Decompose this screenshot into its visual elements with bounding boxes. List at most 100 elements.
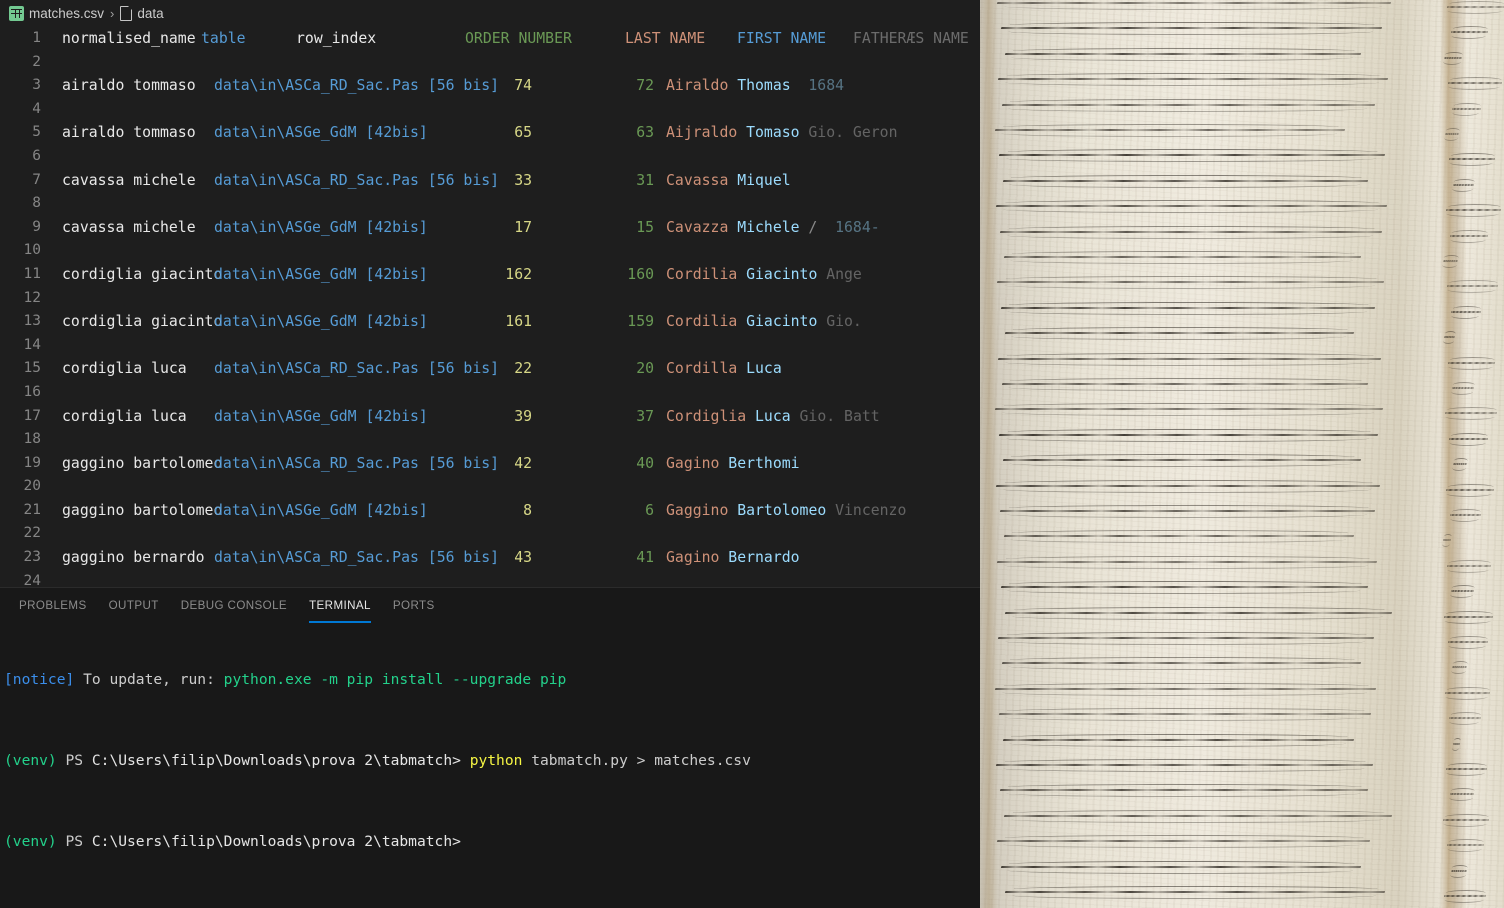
header-last-name: LAST NAME	[625, 30, 706, 47]
code-line-blank[interactable]: 22	[0, 522, 980, 546]
code-line-blank[interactable]: 2	[0, 51, 980, 75]
code-editor[interactable]: 1 normalised_name table row_index ORDER NUMB…	[0, 27, 980, 587]
tab-terminal[interactable]: TERMINAL	[298, 588, 382, 623]
cell-last-name: Gaggino	[666, 501, 729, 519]
cell-last-name: Gagino	[666, 549, 720, 567]
cell-last-name: Cordilla	[666, 360, 738, 378]
cell-normalised-name: gaggino bartolomeo	[62, 501, 223, 519]
code-line-blank[interactable]: 14	[0, 334, 980, 358]
cell-table: data\in\ASCa_RD_Sac.Pas [56 bis]	[214, 77, 500, 95]
cell-row-index: 20	[636, 360, 655, 378]
line-number: 14	[23, 336, 41, 353]
cell-fathers-name: Gio. Batt	[799, 407, 880, 425]
line-number: 2	[32, 53, 41, 70]
cell-fathers-name: /	[808, 218, 818, 236]
venv-label: (venv)	[4, 752, 57, 770]
code-line-blank[interactable]: 8	[0, 192, 980, 216]
code-line[interactable]: 5 airaldo tommaso data\in\ASGe_GdM [42bis]…	[0, 121, 980, 145]
code-line-blank[interactable]: 18	[0, 428, 980, 452]
code-line[interactable]: 17 cordiglia luca data\in\ASGe_GdM [42bis]…	[0, 405, 980, 429]
tab-debug-console[interactable]: DEBUG CONSOLE	[170, 588, 298, 623]
tab-terminal-label: TERMINAL	[309, 599, 371, 612]
breadcrumb-item-symbol[interactable]: data	[120, 5, 164, 21]
breadcrumb-file-label: matches.csv	[29, 6, 105, 21]
code-line-blank[interactable]: 4	[0, 98, 980, 122]
cell-first-name: Bartolomeo	[737, 501, 827, 519]
cell-first-name: Berthomi	[728, 454, 800, 472]
cell-order-number: 22	[514, 360, 533, 378]
tab-ports[interactable]: PORTS	[382, 588, 446, 623]
code-line-blank[interactable]: 6	[0, 145, 980, 169]
line-number: 1	[32, 30, 41, 46]
cell-last-name: Gagino	[666, 454, 720, 472]
tab-output[interactable]: OUTPUT	[98, 588, 170, 623]
terminal-output[interactable]: [notice] To update, run: python.exe -m p…	[0, 623, 980, 908]
cell-normalised-name: airaldo tommaso	[62, 124, 196, 142]
cell-extra-value: 1684-	[835, 218, 880, 236]
cell-row-index: 160	[627, 265, 655, 283]
cell-order-number: 162	[505, 265, 533, 283]
cell-first-name: Giacinto	[746, 265, 818, 283]
line-number: 20	[23, 478, 41, 495]
cell-normalised-name: cavassa michele	[62, 218, 196, 236]
line-number: 16	[23, 383, 41, 400]
line-number: 24	[23, 572, 41, 587]
cell-first-name: Bernardo	[728, 549, 800, 567]
tab-problems[interactable]: PROBLEMS	[8, 588, 98, 623]
code-line[interactable]: 13 cordiglia giacinto data\in\ASGe_GdM [42…	[0, 310, 980, 334]
terminal-line-notice: [notice] To update, run: python.exe -m p…	[4, 670, 980, 690]
cell-row-index: 6	[645, 501, 655, 519]
file-icon	[120, 5, 133, 21]
code-line-blank[interactable]: 24	[0, 570, 980, 587]
code-line-blank[interactable]: 16	[0, 381, 980, 405]
cell-row-index: 37	[636, 407, 655, 425]
breadcrumb-item-file[interactable]: matches.csv	[9, 6, 104, 21]
line-number: 5	[32, 124, 41, 141]
code-line[interactable]: 11 cordiglia giacinto data\in\ASGe_GdM [42…	[0, 263, 980, 287]
cell-fathers-name: Gio.	[826, 313, 862, 331]
cell-table: data\in\ASGe_GdM [42bis]	[214, 407, 428, 425]
code-line-blank[interactable]: 10	[0, 239, 980, 263]
cell-order-number: 17	[514, 218, 533, 236]
panel-tab-bar: PROBLEMS OUTPUT DEBUG CONSOLE TERMINAL P…	[0, 588, 980, 623]
header-order-number: ORDER NUMBER	[465, 30, 572, 47]
cell-table: data\in\ASGe_GdM [42bis]	[214, 124, 428, 142]
header-table: table	[201, 30, 246, 47]
code-line[interactable]: 23 gaggino bernardo data\in\ASCa_RD_Sac.Pa…	[0, 546, 980, 570]
line-number: 7	[32, 171, 41, 188]
cell-first-name: Luca	[755, 407, 791, 425]
code-line-blank[interactable]: 12	[0, 287, 980, 311]
code-line-blank[interactable]: 20	[0, 475, 980, 499]
notice-text: To update, run:	[74, 671, 224, 689]
line-number: 8	[32, 195, 41, 212]
cell-order-number: 74	[514, 77, 533, 95]
cwd-2: C:\Users\filip\Downloads\prova 2\tabmatc…	[91, 833, 461, 850]
code-line[interactable]: 15 cordiglia luca data\in\ASCa_RD_Sac.Pas …	[0, 357, 980, 381]
breadcrumb: matches.csv › data	[0, 0, 980, 27]
cell-order-number: 161	[505, 313, 533, 331]
code-line[interactable]: 3 airaldo tommaso data\in\ASCa_RD_Sac.Pas …	[0, 74, 980, 98]
cell-first-name: Luca	[746, 360, 782, 378]
bottom-panel: PROBLEMS OUTPUT DEBUG CONSOLE TERMINAL P…	[0, 587, 980, 908]
line-number: 10	[23, 242, 41, 259]
cell-table: data\in\ASCa_RD_Sac.Pas [56 bis]	[214, 454, 500, 472]
line-number: 6	[32, 147, 41, 164]
cell-table: data\in\ASCa_RD_Sac.Pas [56 bis]	[214, 171, 500, 189]
cell-last-name: Airaldo	[666, 77, 729, 95]
cell-first-name: Michele	[737, 218, 800, 236]
code-line[interactable]: 9 cavassa michele data\in\ASGe_GdM [42bis]…	[0, 216, 980, 240]
code-line[interactable]: 7 cavassa michele data\in\ASCa_RD_Sac.Pas …	[0, 169, 980, 193]
csv-table-icon	[9, 6, 24, 21]
line-number: 9	[32, 218, 41, 235]
terminal-line-prompt-1: (venv) PS C:\Users\filip\Downloads\prova…	[4, 832, 980, 852]
code-line[interactable]: 21 gaggino bartolomeo data\in\ASGe_GdM [42…	[0, 499, 980, 523]
code-line[interactable]: 1 normalised_name table row_index ORDER NUMB…	[0, 27, 980, 51]
notice-tag: [notice]	[4, 671, 75, 689]
run-command-name: python	[460, 752, 523, 770]
cwd-1: C:\Users\filip\Downloads\prova 2\tabmatc…	[91, 752, 461, 770]
code-line[interactable]: 19 gaggino bartolomeo data\in\ASCa_RD_Sac.…	[0, 452, 980, 476]
cell-last-name: Cavassa	[666, 171, 729, 189]
cell-last-name: Cordilia	[666, 313, 738, 331]
header-normalised-name: normalised_name	[62, 30, 196, 47]
terminal-line-command: (venv) PS C:\Users\filip\Downloads\prova…	[4, 751, 980, 771]
